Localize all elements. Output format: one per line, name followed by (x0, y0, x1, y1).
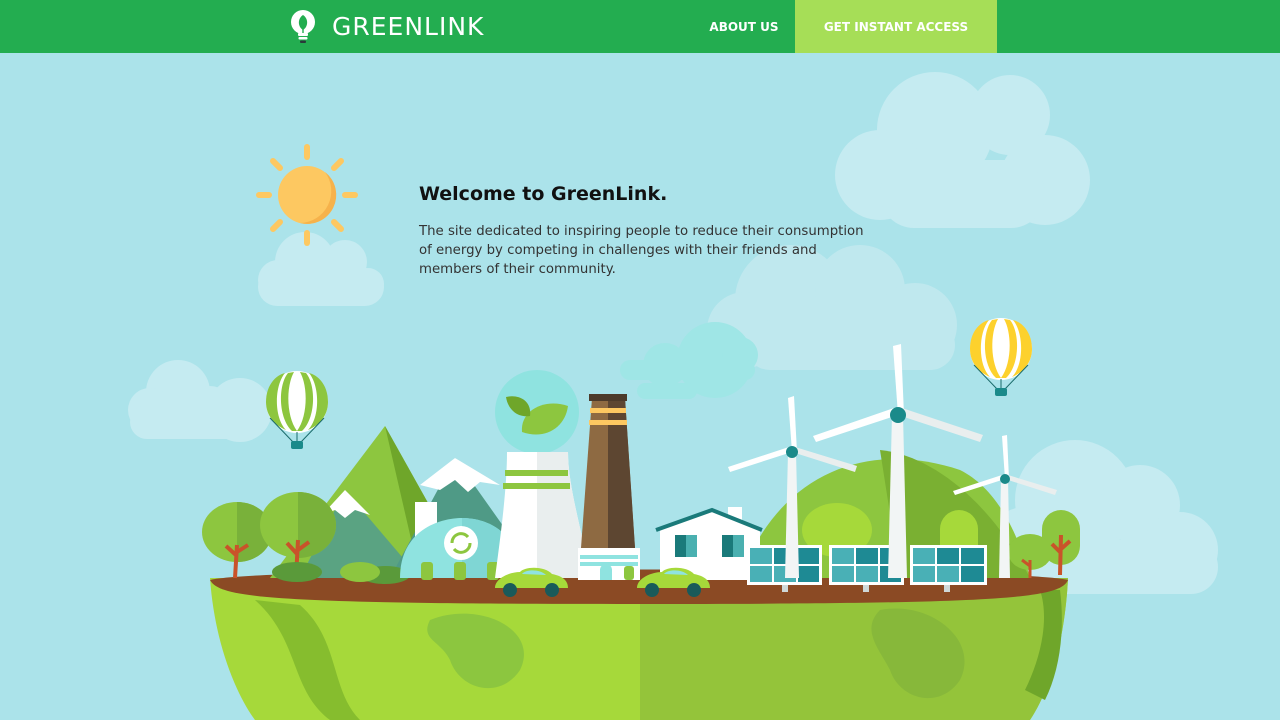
solar-panels (747, 545, 987, 592)
chimney (578, 394, 640, 580)
sun (256, 144, 358, 246)
hero-description: The site dedicated to inspiring people t… (419, 224, 864, 277)
globe-ground (210, 569, 1068, 720)
nav-about-us-link[interactable]: ABOUT US (700, 0, 788, 53)
cloud-under-sun (258, 232, 384, 306)
get-instant-access-button[interactable]: GET INSTANT ACCESS (795, 0, 997, 53)
hot-air-balloon-yellow (970, 318, 1032, 396)
brand-logo-link[interactable]: GREENLINK (290, 0, 484, 53)
cloud-small-teal (620, 322, 758, 399)
lightbulb-leaf-icon (291, 9, 315, 43)
cloud-large-right (835, 72, 1090, 228)
green-city-illustration (128, 72, 1218, 720)
hero-title: Welcome to GreenLink. (419, 183, 668, 205)
brand-name: GREENLINK (332, 12, 485, 41)
cloud-left (128, 360, 272, 442)
top-navbar: GREENLINK ABOUT US GET INSTANT ACCESS (0, 0, 1280, 53)
hot-air-balloon-green (266, 371, 328, 449)
cooling-tower (495, 370, 590, 578)
